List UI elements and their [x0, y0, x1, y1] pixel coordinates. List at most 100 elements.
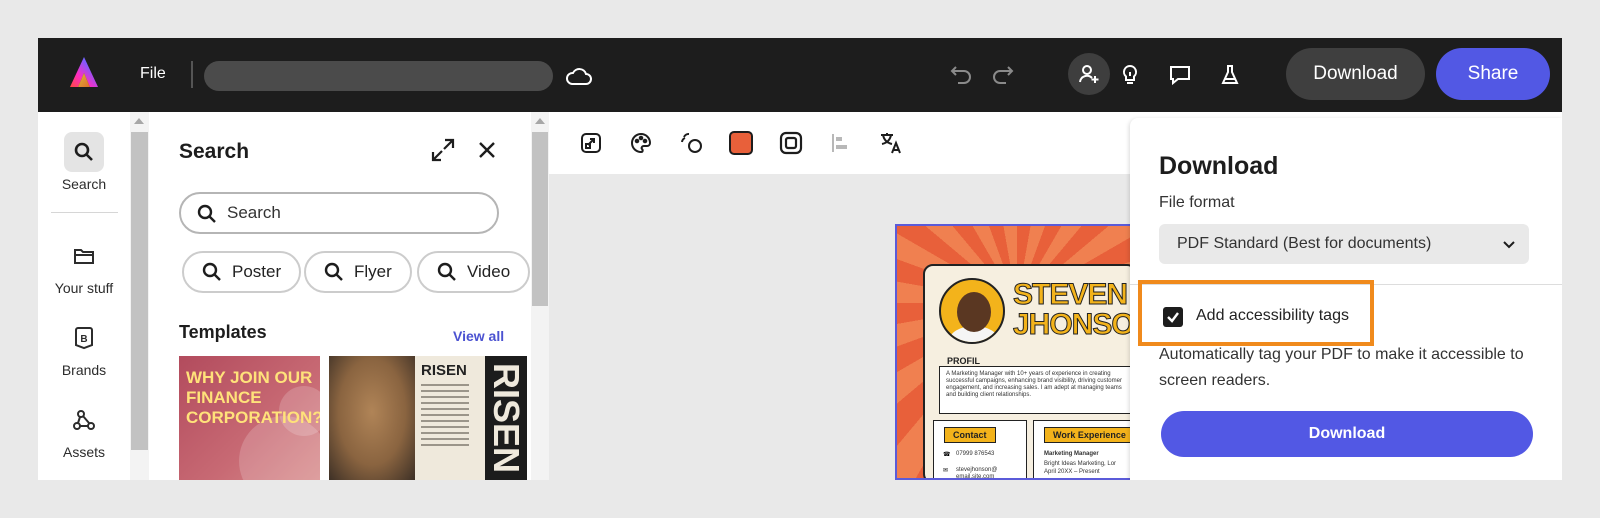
rail-divider — [51, 212, 118, 213]
accessibility-highlight: Add accessibility tags — [1138, 280, 1374, 346]
rail-scrollbar[interactable] — [130, 112, 149, 480]
scroll-up-arrow-icon[interactable] — [134, 118, 144, 124]
adobe-express-logo[interactable] — [68, 55, 100, 91]
brand-icon: B — [64, 318, 104, 358]
work-box: Work Experience Marketing Manager Bright… — [1033, 420, 1133, 478]
share-button[interactable]: Share — [1436, 48, 1550, 100]
chevron-down-icon — [1503, 241, 1515, 249]
profil-heading: PROFIL — [947, 356, 980, 366]
lightbulb-icon[interactable] — [1115, 60, 1145, 90]
work-role: Marketing Manager — [1044, 451, 1099, 457]
close-icon[interactable] — [475, 138, 499, 162]
search-icon — [202, 262, 221, 281]
top-bar: File Download Share — [38, 38, 1562, 112]
resume-document[interactable]: STEVEN JHONSON PROFIL A Marketing Manage… — [895, 224, 1135, 480]
name-line-1: STEVEN — [1012, 278, 1128, 311]
accessibility-checkbox[interactable] — [1163, 307, 1183, 327]
accessibility-description: Automatically tag your PDF to make it ac… — [1159, 346, 1524, 389]
align-icon[interactable] — [827, 129, 855, 157]
panel-title: Search — [179, 140, 250, 163]
template-thumbnail[interactable]: WHY JOIN OUR FINANCE CORPORATION? — [179, 356, 320, 480]
chip-poster[interactable]: Poster — [182, 251, 302, 293]
scrollbar-thumb[interactable] — [532, 132, 548, 306]
resume-name: STEVEN JHONSON — [1012, 278, 1134, 341]
work-heading: Work Experience — [1044, 427, 1133, 443]
search-icon — [64, 132, 104, 172]
palette-icon[interactable] — [627, 129, 655, 157]
email-icon: ✉ — [943, 468, 949, 474]
redo-icon[interactable] — [988, 60, 1018, 90]
chip-label: Flyer — [354, 262, 392, 281]
view-all-link[interactable]: View all — [453, 328, 504, 344]
contact-email: stevejhonson@ email.site.com — [956, 467, 998, 480]
template-title-big: RISEN — [485, 356, 527, 480]
animate-icon[interactable] — [677, 129, 705, 157]
assets-icon — [64, 400, 104, 440]
chip-flyer[interactable]: Flyer — [304, 251, 412, 293]
file-menu[interactable]: File — [140, 65, 166, 83]
cloud-icon[interactable] — [563, 60, 595, 92]
contact-box: Contact 07999 876543 stevejhonson@ email… — [933, 420, 1027, 480]
resume-card: STEVEN JHONSON PROFIL A Marketing Manage… — [923, 264, 1134, 480]
scroll-up-arrow-icon[interactable] — [535, 118, 545, 124]
chip-video[interactable]: Video — [417, 251, 531, 293]
comment-icon[interactable] — [1165, 60, 1195, 90]
download-panel-title: Download — [1159, 152, 1279, 180]
left-rail: Search Your stuff B Brands Assets — [38, 112, 130, 480]
folder-icon — [64, 236, 104, 276]
search-input[interactable] — [227, 200, 487, 226]
profil-text: A Marketing Manager with 10+ years of ex… — [939, 366, 1133, 414]
download-button[interactable]: Download — [1161, 411, 1533, 457]
checkmark-icon — [1167, 312, 1179, 323]
panel-scrollbar[interactable] — [531, 112, 549, 480]
divider — [191, 61, 193, 88]
search-field[interactable] — [179, 192, 499, 234]
download-top-button[interactable]: Download — [1286, 48, 1425, 100]
scrollbar-thumb[interactable] — [131, 132, 148, 450]
undo-icon[interactable] — [946, 60, 976, 90]
search-icon — [324, 262, 343, 281]
contact-phone: 07999 876543 — [956, 451, 995, 457]
contact-heading: Contact — [944, 427, 996, 443]
download-panel: Download File format PDF Standard (Best … — [1130, 118, 1562, 480]
chip-label: Video — [467, 262, 511, 281]
color-swatch-icon[interactable] — [727, 129, 755, 157]
search-icon — [437, 262, 456, 281]
rail-item-assets[interactable]: Assets — [38, 400, 130, 460]
invite-user-icon — [1079, 65, 1099, 83]
file-format-value: PDF Standard (Best for documents) — [1177, 235, 1432, 252]
templates-heading: Templates — [179, 322, 267, 342]
profile-photo — [939, 278, 1005, 344]
chip-label: Poster — [232, 262, 282, 281]
name-line-2: JHONSON — [1012, 308, 1134, 341]
rail-item-label: Search — [61, 176, 107, 192]
accessibility-label[interactable]: Add accessibility tags — [1196, 307, 1349, 325]
expand-icon[interactable] — [429, 136, 457, 164]
resize-icon[interactable] — [577, 129, 605, 157]
document-title-field[interactable] — [204, 61, 553, 91]
search-icon — [197, 204, 216, 223]
phone-icon: ☎ — [943, 452, 951, 458]
translate-icon[interactable] — [877, 129, 905, 157]
photo-face — [957, 292, 991, 332]
work-company: Bright Ideas Marketing, Lor — [1044, 461, 1117, 467]
work-dates: April 20XX – Present — [1044, 469, 1100, 475]
invite-user-button[interactable] — [1068, 53, 1110, 95]
template-title-small: RISEN — [421, 362, 467, 379]
rail-item-search[interactable]: Search — [38, 132, 130, 192]
app-window: File Download Share Search Your stuff B … — [38, 38, 1562, 480]
frame-icon[interactable] — [777, 129, 805, 157]
rail-item-label: Assets — [62, 444, 105, 460]
rail-item-label: Brands — [61, 362, 107, 378]
file-format-label: File format — [1159, 194, 1235, 211]
template-thumbnail[interactable]: RISEN RISEN — [329, 356, 527, 480]
search-panel: Search Poster Flyer Video Templates View… — [149, 112, 531, 480]
flask-icon[interactable] — [1215, 60, 1245, 90]
template-text: WHY JOIN OUR FINANCE CORPORATION? — [186, 368, 320, 427]
svg-text:B: B — [80, 334, 87, 345]
template-body-text — [421, 384, 469, 450]
rail-item-your-stuff[interactable]: Your stuff — [38, 236, 130, 296]
bread-image — [329, 356, 415, 480]
file-format-select[interactable]: PDF Standard (Best for documents) — [1159, 224, 1529, 264]
rail-item-brands[interactable]: B Brands — [38, 318, 130, 378]
